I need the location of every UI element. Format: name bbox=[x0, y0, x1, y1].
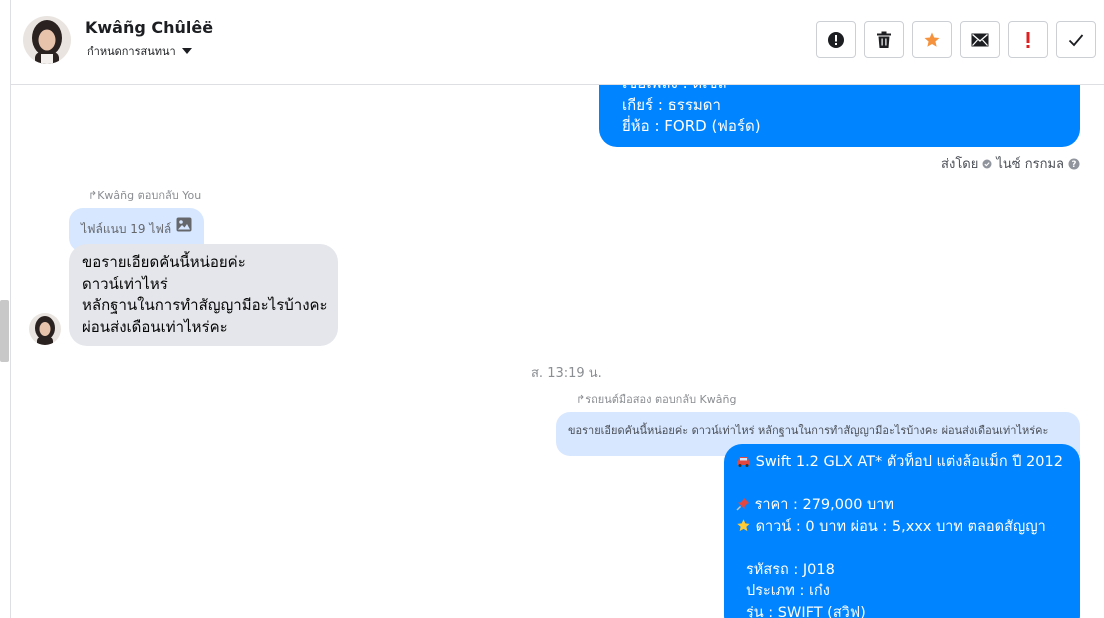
message-line: เกียร์ : ธรรมดา bbox=[622, 95, 721, 114]
mark-important-button[interactable] bbox=[1008, 21, 1048, 58]
star-icon bbox=[924, 32, 940, 47]
message-line: ยี่ห้อ : FORD (ฟอร์ด) bbox=[622, 117, 761, 135]
attachment-label: ไฟล์แนบ 19 ไฟล์ bbox=[81, 222, 172, 236]
car-icon bbox=[736, 454, 756, 470]
reply-indicator: ↱รถยนต์มือสอง ตอบกลับ Kwâñg bbox=[576, 390, 736, 408]
quoted-text: ขอรายเอียดคันนี้หน่อยค่ะ ดาวน์เท่าไหร่ ห… bbox=[568, 424, 1049, 437]
outgoing-message-car-listing: Swift 1.2 GLX AT* ตัวท็อป แต่งล้อแม็ก ปี… bbox=[724, 444, 1080, 618]
check-circle-icon bbox=[982, 159, 992, 168]
message-line: ผ่อนส่งเดือนเท่าไหร่คะ bbox=[82, 317, 228, 336]
listing-code: รหัสรถ : J018 bbox=[746, 561, 835, 578]
svg-text:?: ? bbox=[1072, 160, 1077, 170]
listing-price: ราคา : 279,000 บาท bbox=[754, 497, 894, 513]
delete-button[interactable] bbox=[864, 21, 904, 58]
listing-down-row: ดาวน์ : 0 บาท ผ่อน : 5,xxx บาท ตลอดสัญญา bbox=[736, 517, 1080, 539]
checkmark-icon bbox=[1068, 33, 1084, 46]
help-icon[interactable]: ? bbox=[1068, 158, 1080, 170]
listing-title: Swift 1.2 GLX AT* ตัวท็อป แต่งล้อแม็ก ปี… bbox=[755, 454, 1063, 470]
reply-arrow-icon: ↱ bbox=[88, 189, 98, 202]
exclamation-icon bbox=[1026, 31, 1030, 48]
sender-avatar[interactable] bbox=[29, 313, 61, 345]
listing-price-row: ราคา : 279,000 บาท bbox=[736, 495, 1080, 517]
sent-by-prefix: ส่งโดย bbox=[941, 157, 979, 172]
listing-down-payment: ดาวน์ : 0 บาท ผ่อน : 5,xxx บาท ตลอดสัญญา bbox=[755, 518, 1046, 535]
mark-spam-button[interactable] bbox=[816, 21, 856, 58]
conversation-actions bbox=[816, 21, 1096, 58]
star-emoji-icon bbox=[736, 518, 756, 535]
incoming-message: ขอรายเอียดคันนี้หน่อยค่ะ ดาวน์เท่าไหร่ ห… bbox=[69, 244, 338, 346]
image-icon bbox=[176, 217, 192, 232]
assign-conversation-label: กำหนดการสนทนา bbox=[87, 45, 176, 58]
message-line: ขอรายเอียดคันนี้หน่อยค่ะ bbox=[82, 253, 246, 271]
reply-arrow-icon: ↱ bbox=[576, 393, 586, 406]
message-timestamp: ส. 13:19 น. bbox=[531, 366, 602, 381]
pushpin-icon bbox=[736, 497, 755, 513]
message-line: หลักฐานในการทำสัญญามีอะไรบ้างคะ bbox=[82, 296, 328, 314]
reply-label-text: Kwâñg ตอบกลับ You bbox=[97, 189, 202, 202]
mark-unread-button[interactable] bbox=[960, 21, 1000, 58]
star-button[interactable] bbox=[912, 21, 952, 58]
caret-down-icon bbox=[181, 48, 192, 54]
mark-done-button[interactable] bbox=[1056, 21, 1096, 58]
left-scrollbar-thumb[interactable] bbox=[0, 300, 9, 362]
assign-conversation-dropdown[interactable]: กำหนดการสนทนา bbox=[87, 42, 192, 60]
conversation-header: Kwâñg Chûlêë กำหนดการสนทนา bbox=[11, 0, 1104, 85]
sender-name: ไนซ์ กรกมล bbox=[996, 157, 1064, 172]
contact-avatar[interactable] bbox=[23, 16, 71, 64]
sent-by-info: ส่งโดย ไนซ์ กรกมล ? bbox=[941, 153, 1080, 174]
envelope-icon bbox=[971, 33, 989, 46]
contact-name: Kwâñg Chûlêë bbox=[85, 18, 214, 37]
listing-model: รุ่น : SWIFT (สวิฟ) bbox=[746, 604, 866, 618]
trash-icon bbox=[877, 31, 891, 48]
left-panel-edge bbox=[0, 0, 11, 618]
listing-title-row: Swift 1.2 GLX AT* ตัวท็อป แต่งล้อแม็ก ปี… bbox=[736, 452, 1080, 474]
listing-type: ประเภท : เก๋ง bbox=[746, 583, 830, 599]
reply-label-text: รถยนต์มือสอง ตอบกลับ Kwâñg bbox=[585, 393, 737, 406]
reply-indicator: ↱Kwâñg ตอบกลับ You bbox=[88, 186, 201, 204]
message-line: ดาวน์เท่าไหร่ bbox=[82, 274, 168, 293]
exclamation-circle-icon bbox=[828, 31, 844, 48]
